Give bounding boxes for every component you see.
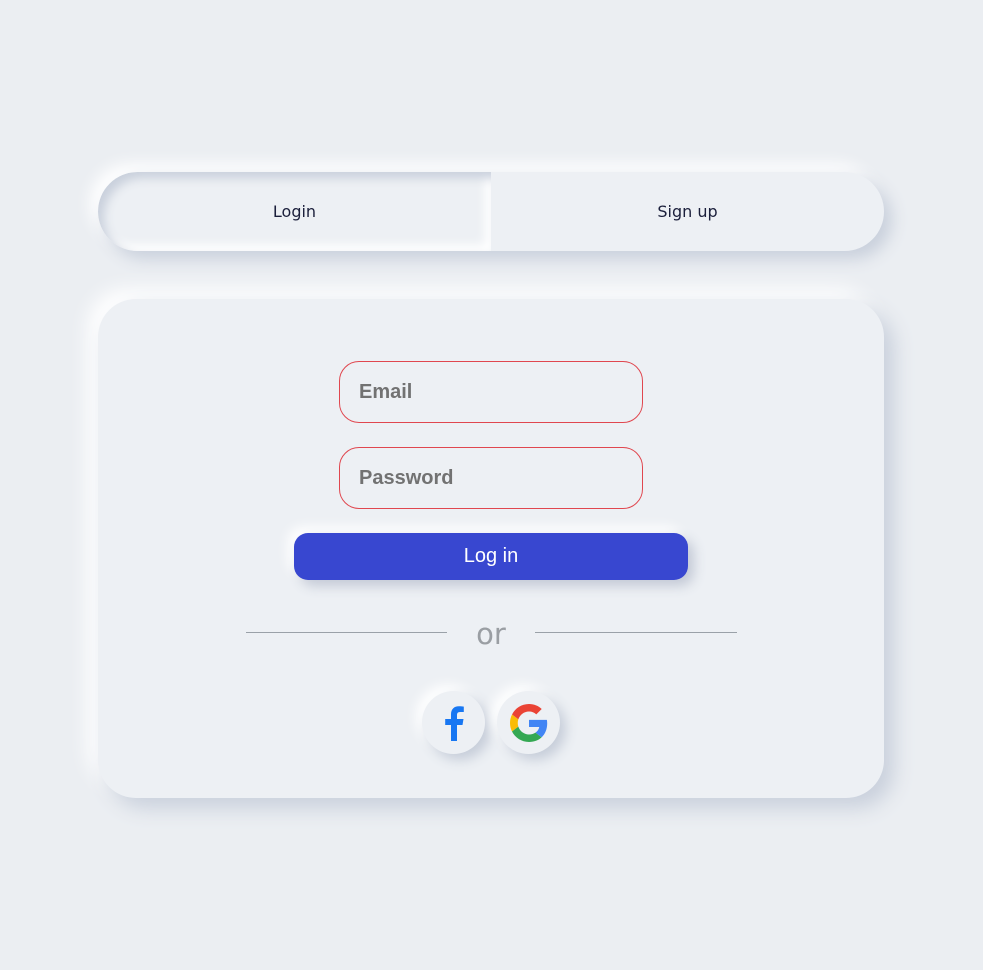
password-field[interactable] <box>339 447 643 509</box>
email-field[interactable] <box>339 361 643 423</box>
tab-signup-label: Sign up <box>657 202 718 221</box>
tab-login-label: Login <box>272 202 317 221</box>
facebook-login-button[interactable] <box>422 691 485 754</box>
facebook-icon <box>444 705 464 741</box>
divider-label: or <box>476 617 506 651</box>
auth-tabs: Login Sign up <box>98 172 884 251</box>
tab-signup[interactable]: Sign up <box>491 172 884 251</box>
divider-line-right <box>535 632 737 633</box>
login-card: Log in or <box>98 299 884 798</box>
divider-line-left <box>246 632 447 633</box>
login-button[interactable]: Log in <box>294 533 688 580</box>
google-icon <box>509 703 547 742</box>
tab-login[interactable]: Login <box>98 172 491 251</box>
google-login-button[interactable] <box>497 691 560 754</box>
